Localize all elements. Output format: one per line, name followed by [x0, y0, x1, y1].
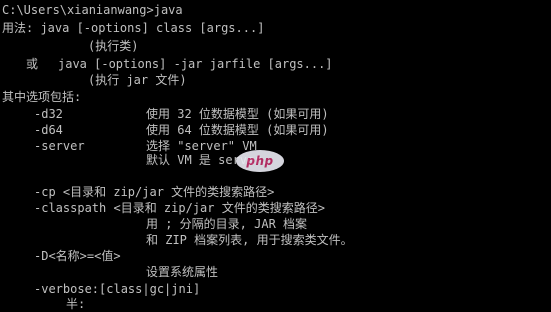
usage-execjar-text: (执行 jar 文件)	[88, 73, 187, 87]
classpath-desc1-line: 用 ; 分隔的目录, JAR 档案	[0, 216, 307, 232]
prompt-line: C:\Users\xianianwang>java	[0, 2, 183, 18]
verbose-desc-text: 半:	[66, 297, 86, 311]
options-header-line: 其中选项包括:	[0, 89, 81, 105]
or-word: 或	[26, 57, 39, 71]
classpath-desc2-line: 和 ZIP 档案列表, 用于搜索类文件。	[0, 232, 353, 248]
verbose-line: -verbose:[class|gc|jni]	[0, 281, 200, 297]
option-flag: -d64	[34, 123, 63, 137]
define-desc-line: 设置系统属性	[0, 264, 218, 280]
php-watermark-logo: php	[236, 150, 284, 172]
option-d64-line: -d64 使用 64 位数据模型 (如果可用)	[0, 122, 329, 138]
option-desc: 使用 32 位数据模型 (如果可用)	[146, 107, 329, 121]
cp-text: -cp <目录和 zip/jar 文件的类搜索路径>	[34, 185, 275, 199]
usage-jar-text: java [-options] -jar jarfile [args...]	[58, 57, 333, 71]
verbose-text: -verbose:[class|gc|jni]	[34, 282, 201, 296]
define-desc-text: 设置系统属性	[146, 265, 219, 279]
define-text: -D<名称>=<值>	[34, 249, 121, 263]
server-default-line: 默认 VM 是 server.	[0, 152, 269, 168]
option-flag: -server	[34, 139, 85, 153]
option-d32-line: -d32 使用 32 位数据模型 (如果可用)	[0, 106, 329, 122]
usage-execclass-line: (执行类)	[0, 38, 138, 54]
options-header-text: 其中选项包括:	[2, 90, 82, 104]
cp-line: -cp <目录和 zip/jar 文件的类搜索路径>	[0, 184, 274, 200]
classpath-desc2-text: 和 ZIP 档案列表, 用于搜索类文件。	[146, 233, 353, 247]
console-window[interactable]: C:\Users\xianianwang>java 用法: java [-opt…	[0, 0, 551, 312]
usage-jar-line: 或 java [-options] -jar jarfile [args...]	[0, 56, 333, 72]
usage-line: 用法: java [-options] class [args...]	[0, 20, 264, 36]
usage-text: 用法: java [-options] class [args...]	[2, 21, 265, 35]
usage-execclass-text: (执行类)	[88, 39, 139, 53]
option-desc: 使用 64 位数据模型 (如果可用)	[146, 123, 329, 137]
usage-execjar-line: (执行 jar 文件)	[0, 72, 187, 88]
classpath-desc1-text: 用 ; 分隔的目录, JAR 档案	[146, 217, 308, 231]
option-flag: -d32	[34, 107, 63, 121]
classpath-line: -classpath <目录和 zip/jar 文件的类搜索路径>	[0, 200, 325, 216]
php-watermark-text: php	[246, 154, 274, 168]
prompt-text: C:\Users\xianianwang>java	[2, 3, 183, 17]
classpath-text: -classpath <目录和 zip/jar 文件的类搜索路径>	[34, 201, 325, 215]
define-line: -D<名称>=<值>	[0, 248, 121, 264]
verbose-desc-line: 半:	[0, 296, 85, 312]
